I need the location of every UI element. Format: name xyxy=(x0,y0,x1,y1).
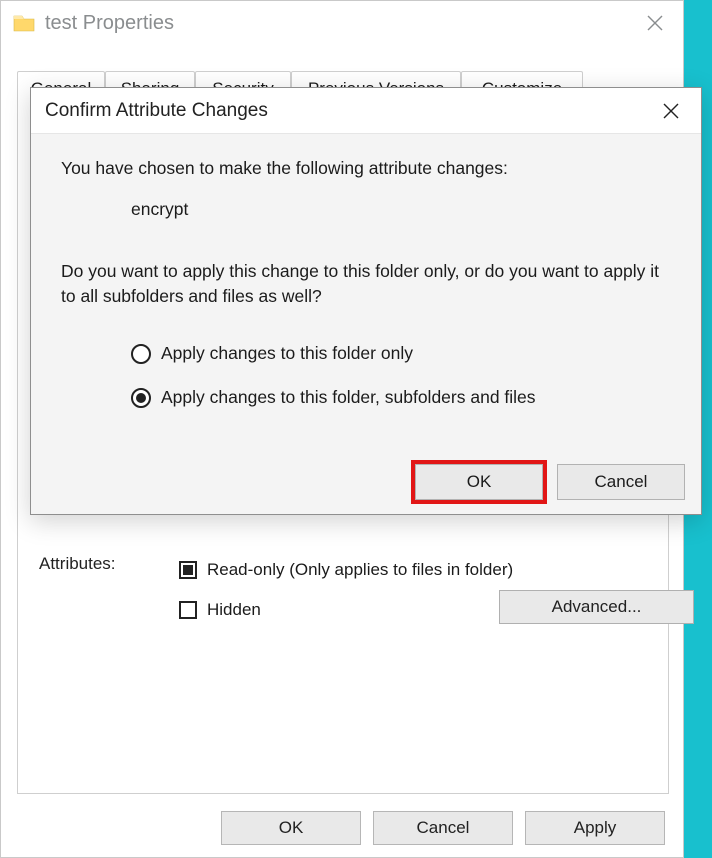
dialog-attribute-name: encrypt xyxy=(131,197,671,222)
dialog-ok-button[interactable]: OK xyxy=(415,464,543,500)
properties-apply-button[interactable]: Apply xyxy=(525,811,665,845)
attributes-label: Attributes: xyxy=(39,554,116,574)
properties-ok-button[interactable]: OK xyxy=(221,811,361,845)
properties-titlebar[interactable]: test Properties xyxy=(1,1,683,45)
radio-recursive-control[interactable] xyxy=(131,388,151,408)
dialog-question-text: Do you want to apply this change to this… xyxy=(61,259,671,310)
attributes-section: Attributes: Read-only (Only applies to f… xyxy=(39,554,669,574)
radio-recursive[interactable]: Apply changes to this folder, subfolders… xyxy=(131,376,671,420)
readonly-label: Read-only (Only applies to files in fold… xyxy=(207,560,513,580)
dialog-title: Confirm Attribute Changes xyxy=(45,100,268,122)
dialog-titlebar[interactable]: Confirm Attribute Changes xyxy=(31,88,701,134)
properties-footer: OK Cancel Apply xyxy=(1,799,683,857)
dialog-close-button[interactable] xyxy=(647,92,695,130)
hidden-checkbox[interactable] xyxy=(179,601,197,619)
advanced-button[interactable]: Advanced... xyxy=(499,590,694,624)
radio-recursive-label: Apply changes to this folder, subfolders… xyxy=(161,385,536,410)
readonly-row[interactable]: Read-only (Only applies to files in fold… xyxy=(179,550,513,590)
properties-cancel-button[interactable]: Cancel xyxy=(373,811,513,845)
apply-scope-radio-group: Apply changes to this folder only Apply … xyxy=(131,332,671,420)
confirm-attribute-changes-dialog: Confirm Attribute Changes You have chose… xyxy=(30,87,702,515)
properties-title: test Properties xyxy=(45,12,174,35)
desktop-surface: test Properties General Sharing Security… xyxy=(0,0,712,858)
dialog-cancel-button[interactable]: Cancel xyxy=(557,464,685,500)
radio-folder-only[interactable]: Apply changes to this folder only xyxy=(131,332,671,376)
folder-icon xyxy=(13,13,35,33)
hidden-row[interactable]: Hidden xyxy=(179,590,513,630)
radio-folder-only-control[interactable] xyxy=(131,344,151,364)
radio-folder-only-label: Apply changes to this folder only xyxy=(161,341,413,366)
properties-close-button[interactable] xyxy=(631,3,679,43)
dialog-footer: OK Cancel xyxy=(415,464,685,500)
dialog-intro-text: You have chosen to make the following at… xyxy=(61,156,671,181)
hidden-label: Hidden xyxy=(207,600,261,620)
readonly-checkbox[interactable] xyxy=(179,561,197,579)
dialog-body: You have chosen to make the following at… xyxy=(31,134,701,420)
